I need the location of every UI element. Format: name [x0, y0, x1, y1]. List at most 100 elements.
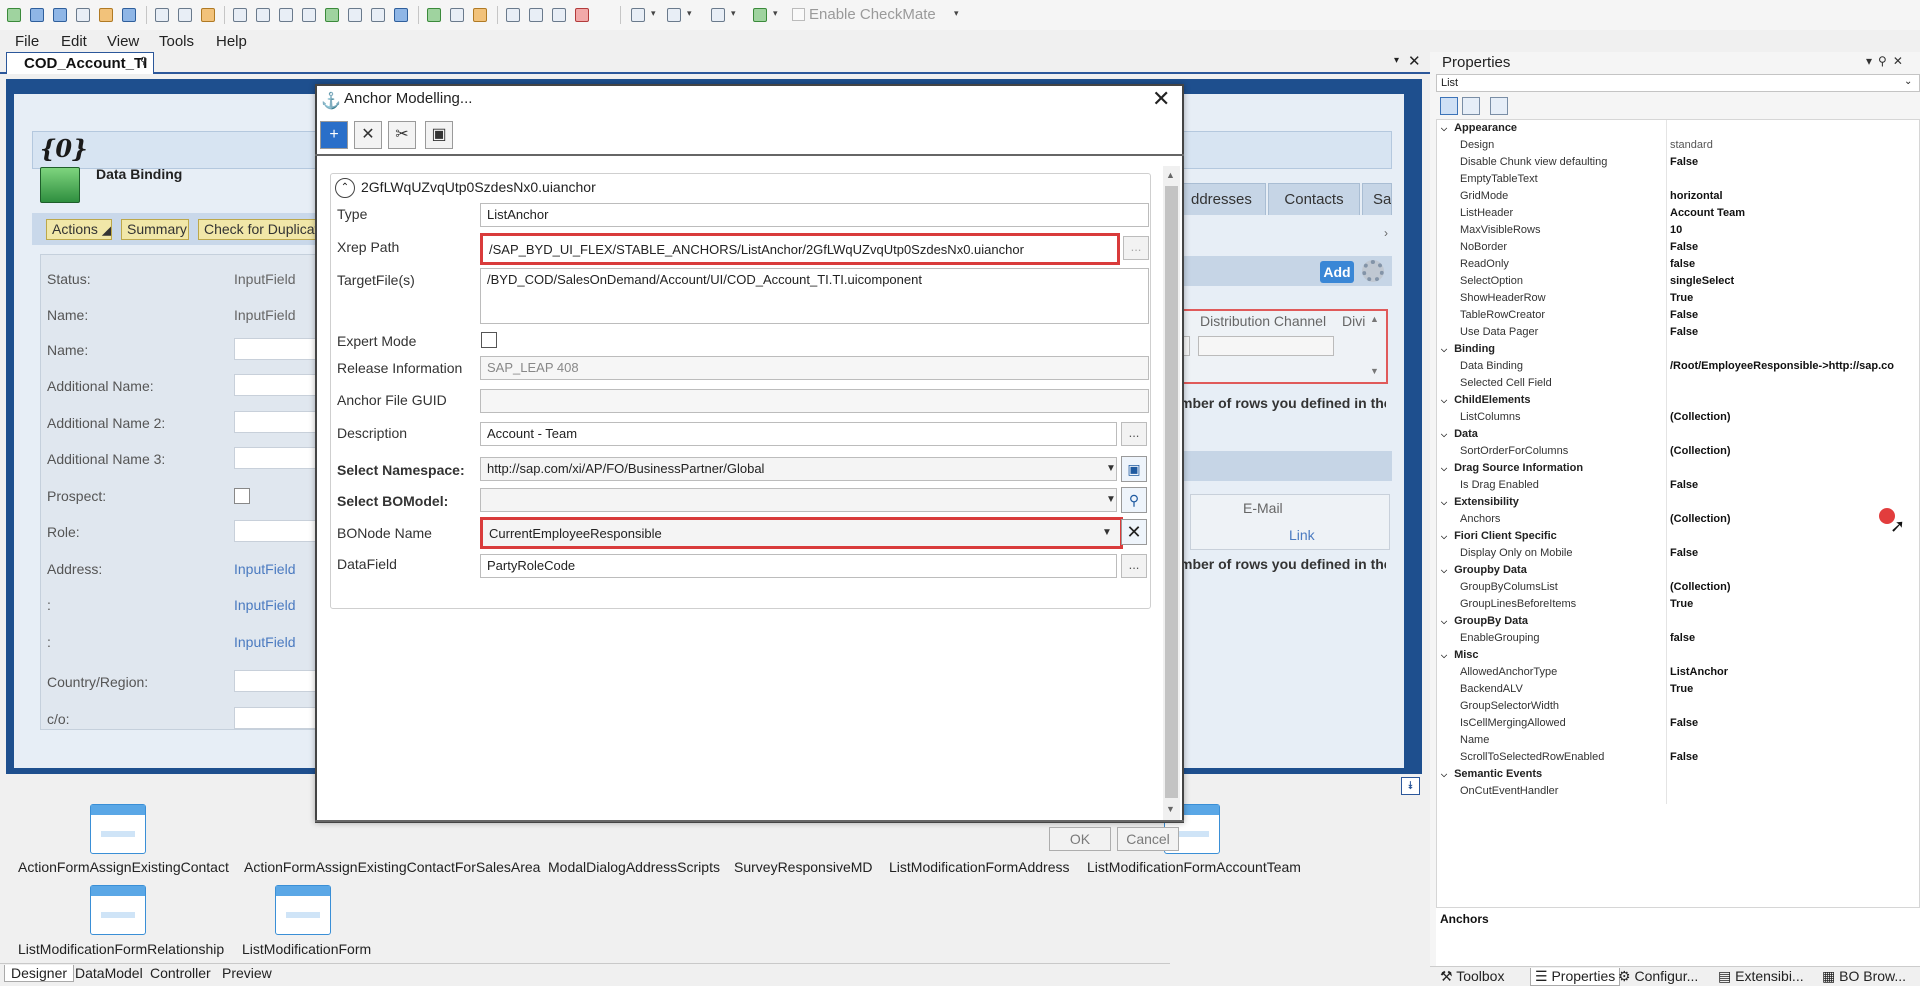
property-category[interactable]: ⌵ Misc	[1441, 649, 1479, 661]
tools-icon[interactable]	[299, 5, 319, 25]
layout-icon[interactable]	[276, 5, 296, 25]
xrep-browse-button[interactable]: ...	[1123, 236, 1149, 260]
property-category[interactable]: ⌵ Extensibility	[1441, 496, 1519, 508]
xrep-path-field[interactable]: /SAP_BYD_UI_FLEX/STABLE_ANCHORS/ListAnch…	[480, 233, 1120, 265]
template-action-form-assign-existing-contact[interactable]: ActionFormAssignExistingContact	[18, 859, 229, 875]
chevron-down-icon[interactable]: ⌄	[1904, 76, 1912, 87]
namespace-browse-icon[interactable]: ▣	[1121, 456, 1147, 482]
delete-icon[interactable]	[572, 5, 592, 25]
property-key[interactable]: Is Drag Enabled	[1460, 479, 1539, 491]
ok-button[interactable]: OK	[1049, 827, 1111, 851]
align-right-icon[interactable]	[549, 5, 569, 25]
chevron-down-icon[interactable]: ⌵	[1441, 345, 1447, 354]
property-value[interactable]: 10	[1670, 224, 1682, 236]
property-key[interactable]: SortOrderForColumns	[1460, 445, 1568, 457]
address-line2-field[interactable]: InputField	[234, 634, 295, 650]
property-value[interactable]: False	[1670, 717, 1698, 729]
property-value[interactable]: singleSelect	[1670, 275, 1734, 287]
property-key[interactable]: ScrollToSelectedRowEnabled	[1460, 751, 1604, 763]
property-key[interactable]: Selected Cell Field	[1460, 377, 1552, 389]
property-key[interactable]: Disable Chunk view defaulting	[1460, 156, 1607, 168]
tab-properties[interactable]: ☰ Properties	[1530, 968, 1621, 986]
template-icon[interactable]	[90, 804, 146, 854]
property-value[interactable]: False	[1670, 241, 1698, 253]
datafield-field[interactable]: PartyRoleCode	[480, 554, 1117, 578]
chevron-down-icon[interactable]: ⌵	[1441, 651, 1447, 660]
property-category[interactable]: ⌵ ChildElements	[1441, 394, 1530, 406]
property-value[interactable]: False	[1670, 479, 1698, 491]
pin-icon[interactable]: ⚲	[140, 56, 147, 67]
template-survey-responsive-md[interactable]: SurveyResponsiveMD	[734, 859, 873, 875]
namespace-select[interactable]: http://sap.com/xi/AP/FO/BusinessPartner/…	[480, 457, 1117, 481]
address-field[interactable]: InputField	[234, 561, 295, 577]
chevron-down-icon[interactable]: ⌵	[1441, 566, 1447, 575]
description-edit-button[interactable]: ...	[1121, 422, 1147, 446]
menu-help[interactable]: Help	[216, 33, 247, 50]
property-key[interactable]: EmptyTableText	[1460, 173, 1538, 185]
property-value[interactable]: Account Team	[1670, 207, 1745, 219]
property-value[interactable]: standard	[1670, 139, 1713, 151]
tab-list-icon[interactable]: ▾	[1394, 55, 1399, 66]
property-key[interactable]: ShowHeaderRow	[1460, 292, 1546, 304]
window-icon[interactable]	[345, 5, 365, 25]
alphabetical-icon[interactable]	[1462, 97, 1480, 115]
additional-name-2-input[interactable]	[234, 411, 318, 433]
property-value[interactable]: False	[1670, 751, 1698, 763]
template-list-modification-form-address[interactable]: ListModificationFormAddress	[889, 859, 1070, 875]
property-value[interactable]: (Collection)	[1670, 581, 1731, 593]
property-category[interactable]: ⌵ Data	[1441, 428, 1478, 440]
scroll-up-icon[interactable]: ▲	[1370, 314, 1379, 324]
actions-button[interactable]: Actions ◢	[46, 219, 112, 240]
tab-sales[interactable]: Sal	[1362, 183, 1392, 215]
property-category[interactable]: ⌵ Binding	[1441, 343, 1495, 355]
property-key[interactable]: IsCellMergingAllowed	[1460, 717, 1566, 729]
property-key[interactable]: ListColumns	[1460, 411, 1521, 423]
property-category[interactable]: ⌵ Appearance	[1441, 122, 1517, 134]
property-value[interactable]: (Collection)	[1670, 513, 1731, 525]
address-line-field[interactable]: InputField	[234, 597, 295, 613]
dialog-scroll-thumb[interactable]	[1165, 186, 1178, 798]
enable-checkmate-toggle[interactable]: Enable CheckMate	[792, 4, 936, 26]
property-key[interactable]: GroupByColumsList	[1460, 581, 1558, 593]
refresh-icon[interactable]	[322, 5, 342, 25]
name-field[interactable]: InputField	[234, 307, 295, 323]
chevron-down-icon[interactable]: ▼	[1106, 463, 1116, 474]
pencil-icon[interactable]	[96, 5, 116, 25]
menu-edit[interactable]: Edit	[61, 33, 87, 50]
property-value[interactable]: horizontal	[1670, 190, 1723, 202]
table2-link-2[interactable]: Link	[1289, 527, 1315, 543]
save-icon[interactable]	[27, 5, 47, 25]
cut-anchor-icon[interactable]: ✂	[388, 121, 416, 149]
add-anchor-icon[interactable]: +	[320, 121, 348, 149]
property-value[interactable]: False	[1670, 309, 1698, 321]
property-value[interactable]: (Collection)	[1670, 411, 1731, 423]
property-value[interactable]: (Collection)	[1670, 445, 1731, 457]
property-value[interactable]: false	[1670, 632, 1695, 644]
property-key[interactable]: Use Data Pager	[1460, 326, 1538, 338]
check-duplicates-button[interactable]: Check for Duplicat	[198, 219, 318, 240]
tab-addresses[interactable]: ddresses	[1180, 183, 1266, 215]
menu-view[interactable]: View	[107, 33, 139, 50]
history-icon[interactable]	[368, 5, 388, 25]
care-of-input[interactable]	[234, 707, 318, 729]
preview-icon[interactable]	[628, 5, 648, 25]
property-key[interactable]: MaxVisibleRows	[1460, 224, 1541, 236]
tab-designer[interactable]: Designer	[4, 965, 75, 982]
tab-toolbox[interactable]: ⚒ Toolbox	[1440, 968, 1504, 985]
property-key[interactable]: TableRowCreator	[1460, 309, 1545, 321]
property-key[interactable]: Anchors	[1460, 513, 1500, 525]
save-all-icon[interactable]	[50, 5, 70, 25]
bomodel-select[interactable]	[480, 488, 1117, 512]
menu-tools[interactable]: Tools	[159, 33, 194, 50]
scroll-down-icon[interactable]: ▼	[1370, 366, 1379, 376]
role-input[interactable]	[234, 520, 318, 542]
property-key[interactable]: NoBorder	[1460, 241, 1507, 253]
scroll-down-icon[interactable]: ▼	[1166, 804, 1175, 814]
chevron-down-icon[interactable]: ▼	[1102, 527, 1112, 538]
property-key[interactable]: SelectOption	[1460, 275, 1523, 287]
property-value[interactable]: False	[1670, 326, 1698, 338]
panel-controls-icon[interactable]: ▾⚲✕	[1866, 54, 1909, 68]
template-action-form-assign-existing-contact-sales-area[interactable]: ActionFormAssignExistingContactForSalesA…	[244, 859, 540, 875]
search-icon[interactable]: ⚲	[1121, 487, 1147, 513]
property-key[interactable]: ListHeader	[1460, 207, 1513, 219]
